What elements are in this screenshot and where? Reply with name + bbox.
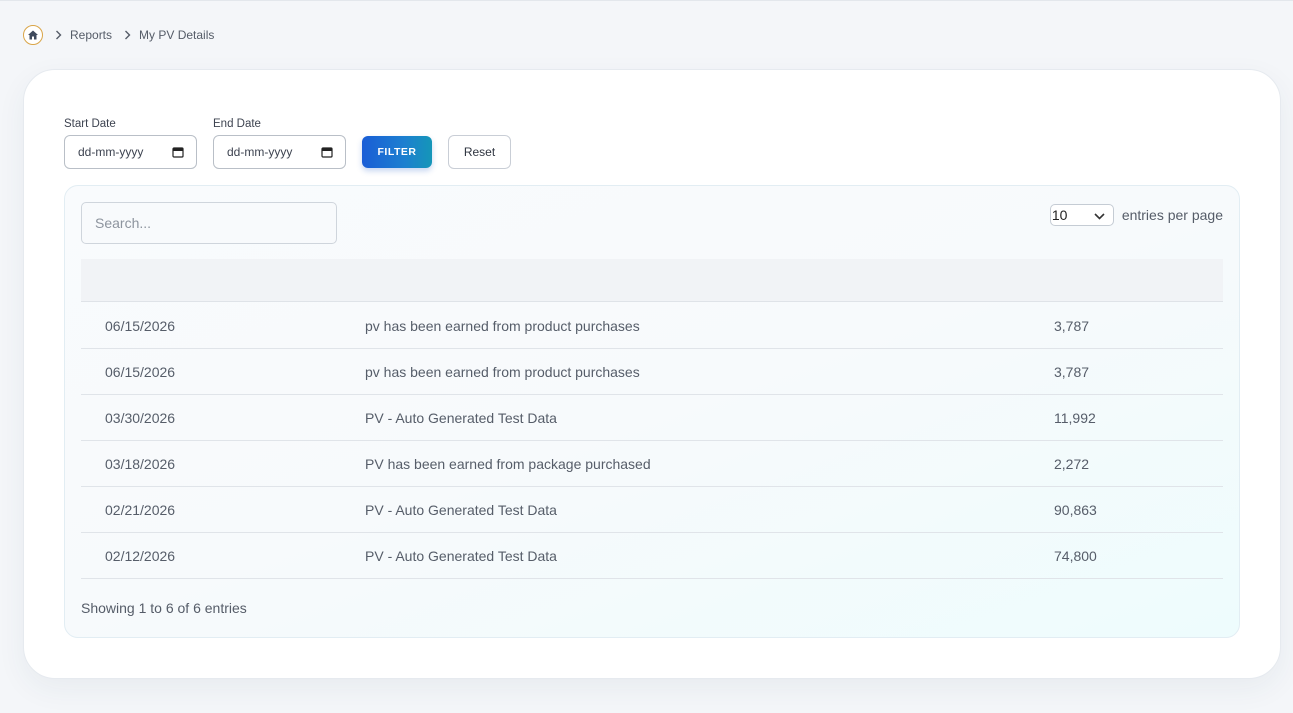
table-row: 06/15/2026 pv has been earned from produ… <box>81 303 1223 349</box>
pv-table-panel: Search... 10 entries per page 06/15/2026… <box>64 185 1240 638</box>
per-page-text: entries per page <box>1121 207 1223 223</box>
row-date: 06/15/2026 <box>105 363 176 380</box>
breadcrumb-current: My PV Details <box>139 28 215 42</box>
row-description: pv has been earned from product purchase… <box>365 317 640 334</box>
chevron-down-icon <box>1094 207 1105 223</box>
start-date-label: Start Date <box>64 118 116 130</box>
home-icon[interactable] <box>23 25 43 45</box>
start-date-placeholder: dd-mm-yyyy <box>78 145 144 159</box>
top-divider <box>0 0 1293 1</box>
table-row: 03/18/2026 PV has been earned from packa… <box>81 441 1223 487</box>
row-pv: 2,272 <box>1054 455 1090 472</box>
breadcrumb-reports[interactable]: Reports <box>70 28 112 42</box>
row-description: PV - Auto Generated Test Data <box>365 501 557 518</box>
per-page-select[interactable]: 10 <box>1049 204 1114 226</box>
row-pv: 11,992 <box>1054 409 1096 426</box>
row-description: PV has been earned from package purchase… <box>365 455 651 472</box>
row-date: 02/12/2026 <box>105 547 176 564</box>
search-placeholder: Search... <box>95 215 152 231</box>
chevron-right-icon <box>55 30 62 40</box>
pv-details-card: Start Date dd-mm-yyyy End Date dd-mm-yyy… <box>23 69 1281 679</box>
row-description: pv has been earned from product purchase… <box>365 363 640 380</box>
start-date-input[interactable]: dd-mm-yyyy <box>64 135 197 169</box>
table-row: 02/21/2026 PV - Auto Generated Test Data… <box>81 487 1223 533</box>
table-row: 03/30/2026 PV - Auto Generated Test Data… <box>81 395 1223 441</box>
row-pv: 74,800 <box>1054 547 1097 564</box>
search-input[interactable]: Search... <box>81 202 337 244</box>
table-row: 02/12/2026 PV - Auto Generated Test Data… <box>81 533 1223 579</box>
table-body: 06/15/2026 pv has been earned from produ… <box>81 303 1223 579</box>
chevron-right-icon <box>124 30 131 40</box>
row-pv: 3,787 <box>1054 363 1090 380</box>
table-row: 06/15/2026 pv has been earned from produ… <box>81 349 1223 395</box>
row-date: 03/18/2026 <box>105 455 176 472</box>
row-date: 06/15/2026 <box>105 317 176 334</box>
breadcrumb: Reports My PV Details <box>23 25 214 45</box>
entries-per-page: 10 entries per page <box>1049 204 1223 226</box>
per-page-value: 10 <box>1051 207 1068 223</box>
row-date: 02/21/2026 <box>105 501 176 518</box>
end-date-input[interactable]: dd-mm-yyyy <box>213 135 346 169</box>
calendar-icon[interactable] <box>172 146 184 158</box>
reset-button[interactable]: Reset <box>448 135 511 169</box>
filter-button[interactable]: FILTER <box>362 136 432 168</box>
row-date: 03/30/2026 <box>105 409 176 426</box>
row-pv: 3,787 <box>1054 317 1090 334</box>
table-header <box>81 259 1223 302</box>
calendar-icon[interactable] <box>321 146 333 158</box>
row-pv: 90,863 <box>1054 501 1097 518</box>
row-description: PV - Auto Generated Test Data <box>365 409 557 426</box>
end-date-placeholder: dd-mm-yyyy <box>227 145 293 159</box>
showing-entries-text: Showing 1 to 6 of 6 entries <box>81 600 247 616</box>
end-date-label: End Date <box>213 118 261 130</box>
row-description: PV - Auto Generated Test Data <box>365 547 557 564</box>
